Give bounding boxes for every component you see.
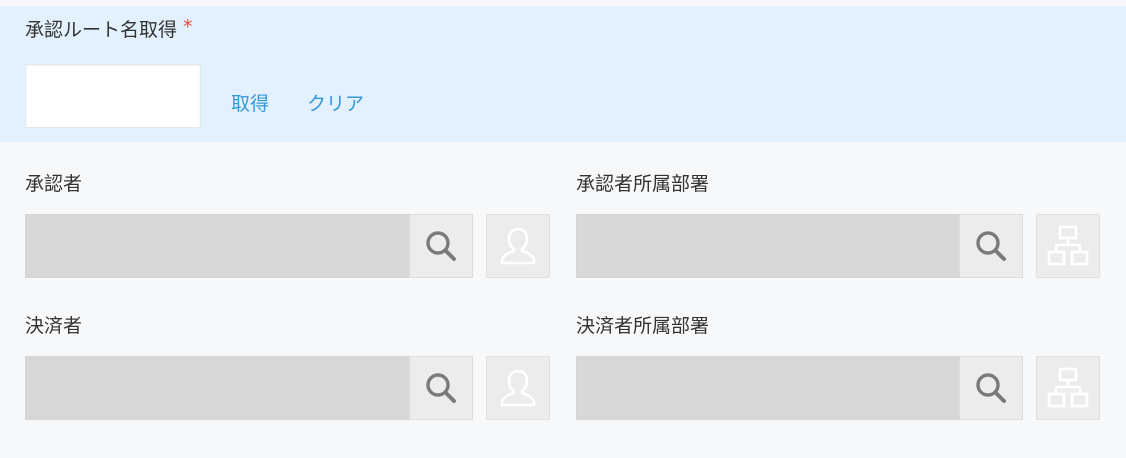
settler-dept-picker-button[interactable] (1036, 356, 1100, 420)
approver-label: 承認者 (25, 173, 83, 195)
settler-dept-search-button[interactable] (959, 356, 1023, 420)
settler-search-button[interactable] (409, 356, 473, 420)
approver-field[interactable] (25, 214, 410, 278)
required-mark: * (183, 16, 193, 38)
approver-search-button[interactable] (409, 214, 473, 278)
settler-user-picker-button[interactable] (486, 356, 550, 420)
org-chart-icon (1047, 367, 1089, 408)
search-icon (426, 231, 456, 261)
settler-field[interactable] (25, 356, 410, 420)
approver-dept-label: 承認者所属部署 (576, 173, 710, 195)
approver-dept-search-button[interactable] (959, 214, 1023, 278)
route-name-input[interactable] (25, 64, 201, 128)
route-name-panel: 承認ルート名取得 * 取得 クリア (0, 6, 1126, 142)
search-icon (426, 373, 456, 403)
approver-dept-picker-button[interactable] (1036, 214, 1100, 278)
get-route-link[interactable]: 取得 (231, 92, 269, 116)
org-chart-icon (1047, 225, 1089, 266)
clear-route-link[interactable]: クリア (307, 92, 364, 116)
user-icon (500, 227, 536, 265)
settler-dept-field[interactable] (576, 356, 960, 420)
route-name-label-text: 承認ルート名取得 (25, 19, 178, 41)
route-name-label: 承認ルート名取得 * (25, 16, 193, 42)
user-icon (500, 369, 536, 407)
settler-label: 決済者 (25, 315, 83, 337)
settler-dept-label: 決済者所属部署 (576, 315, 710, 337)
search-icon (976, 373, 1006, 403)
approver-user-picker-button[interactable] (486, 214, 550, 278)
approver-dept-field[interactable] (576, 214, 960, 278)
search-icon (976, 231, 1006, 261)
